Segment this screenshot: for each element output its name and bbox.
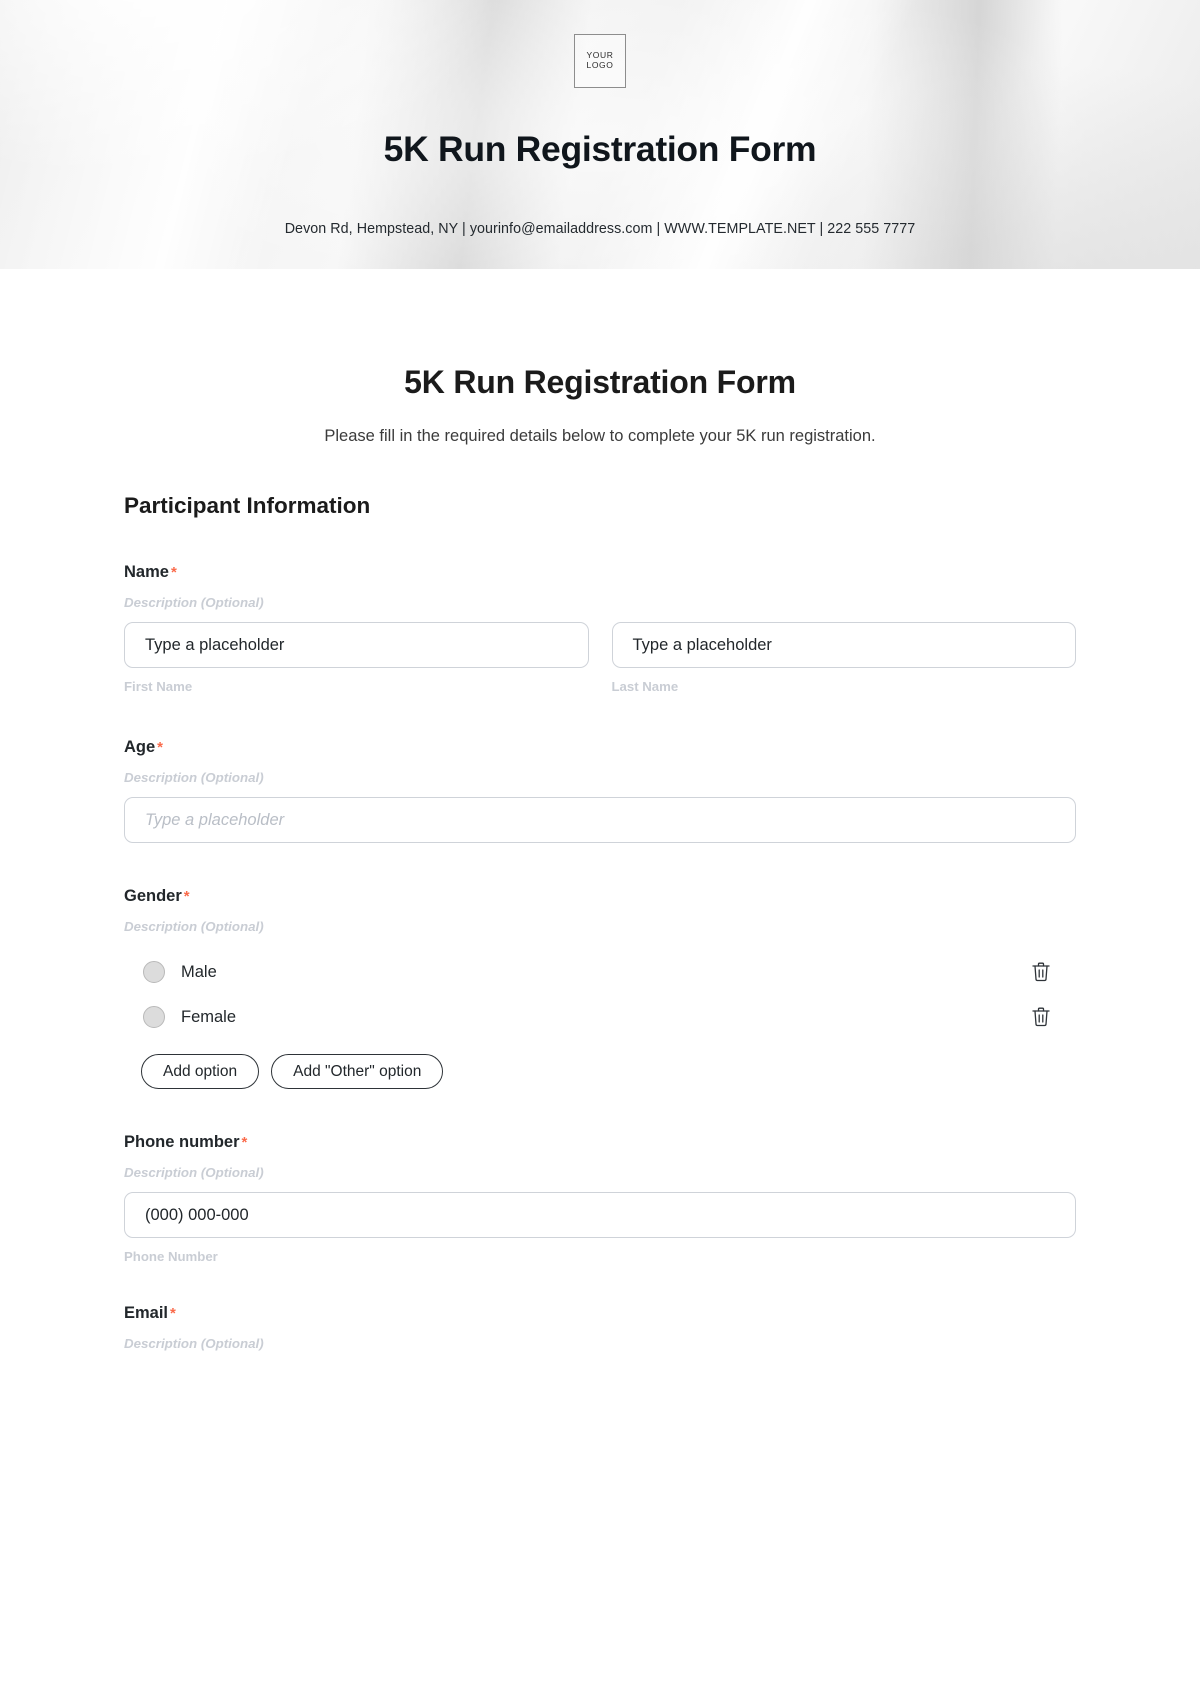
field-label-phone-number-text: Phone number — [124, 1133, 240, 1151]
radio-button-icon[interactable] — [143, 961, 165, 983]
add-option-button[interactable]: Add option — [141, 1054, 260, 1089]
field-gender: Gender * Description (Optional) Male Fema… — [124, 887, 1076, 1089]
phone-number-input[interactable]: (000) 000-000 — [124, 1192, 1076, 1238]
field-description-email: Description (Optional) — [124, 1336, 264, 1351]
gender-option-row[interactable]: Female — [124, 1005, 1076, 1029]
add-other-option-button[interactable]: Add "Other" option — [271, 1054, 444, 1089]
first-name-sub-label: First Name — [124, 679, 193, 694]
required-asterisk: * — [170, 564, 177, 581]
trash-icon[interactable] — [1030, 1005, 1052, 1029]
gender-option-label: Male — [181, 962, 217, 981]
required-asterisk: * — [157, 739, 164, 756]
banner-contact-line: Devon Rd, Hempstead, NY | yourinfo@email… — [284, 221, 916, 237]
field-label-gender-text: Gender — [124, 887, 182, 905]
required-asterisk: * — [183, 888, 190, 905]
last-name-input[interactable]: Type a placeholder — [611, 622, 1076, 668]
logo-placeholder: YOUR LOGO — [574, 34, 626, 88]
field-email: Email * Description (Optional) — [124, 1304, 1076, 1351]
field-label-email: Email * — [124, 1304, 1076, 1323]
logo-line-2: LOGO — [586, 60, 614, 70]
field-label-gender: Gender * — [124, 887, 1076, 906]
first-name-input[interactable]: Type a placeholder — [124, 622, 589, 668]
radio-button-icon[interactable] — [143, 1006, 165, 1028]
field-label-email-text: Email — [124, 1304, 169, 1322]
page-title: 5K Run Registration Form — [404, 364, 796, 400]
required-asterisk: * — [241, 1134, 248, 1151]
gender-option-row[interactable]: Male — [124, 960, 1076, 984]
field-label-name-text: Name — [124, 563, 169, 581]
field-description-phone-number: Description (Optional) — [124, 1165, 264, 1180]
form-container: 5K Run Registration Form Please fill in … — [0, 364, 1200, 1351]
section-heading-participant-information: Participant Information — [124, 493, 371, 518]
gender-add-buttons: Add option Add "Other" option — [124, 1054, 1076, 1089]
field-name: Name * Description (Optional) Type a plac… — [124, 563, 1076, 694]
last-name-sub-label: Last Name — [611, 679, 679, 694]
field-description-name: Description (Optional) — [124, 595, 264, 610]
field-label-name: Name * — [124, 563, 1076, 582]
phone-number-sub-label: Phone Number — [124, 1249, 218, 1264]
required-asterisk: * — [170, 1305, 176, 1322]
banner-title: 5K Run Registration Form — [383, 129, 817, 169]
page-subtitle: Please fill in the required details belo… — [324, 427, 876, 445]
field-label-phone-number: Phone number * — [124, 1133, 1076, 1152]
field-description-gender: Description (Optional) — [124, 919, 264, 934]
gender-option-label: Female — [181, 1007, 237, 1026]
field-label-age: Age * — [124, 738, 1076, 757]
field-label-age-text: Age — [124, 738, 156, 756]
field-phone-number: Phone number * Description (Optional) (00… — [124, 1133, 1076, 1264]
header-banner: YOUR LOGO 5K Run Registration Form Devon… — [0, 0, 1200, 269]
trash-icon[interactable] — [1030, 960, 1052, 984]
field-description-age: Description (Optional) — [124, 770, 264, 785]
field-age: Age * Description (Optional) Type a place… — [124, 738, 1076, 843]
age-input[interactable]: Type a placeholder — [124, 797, 1076, 843]
